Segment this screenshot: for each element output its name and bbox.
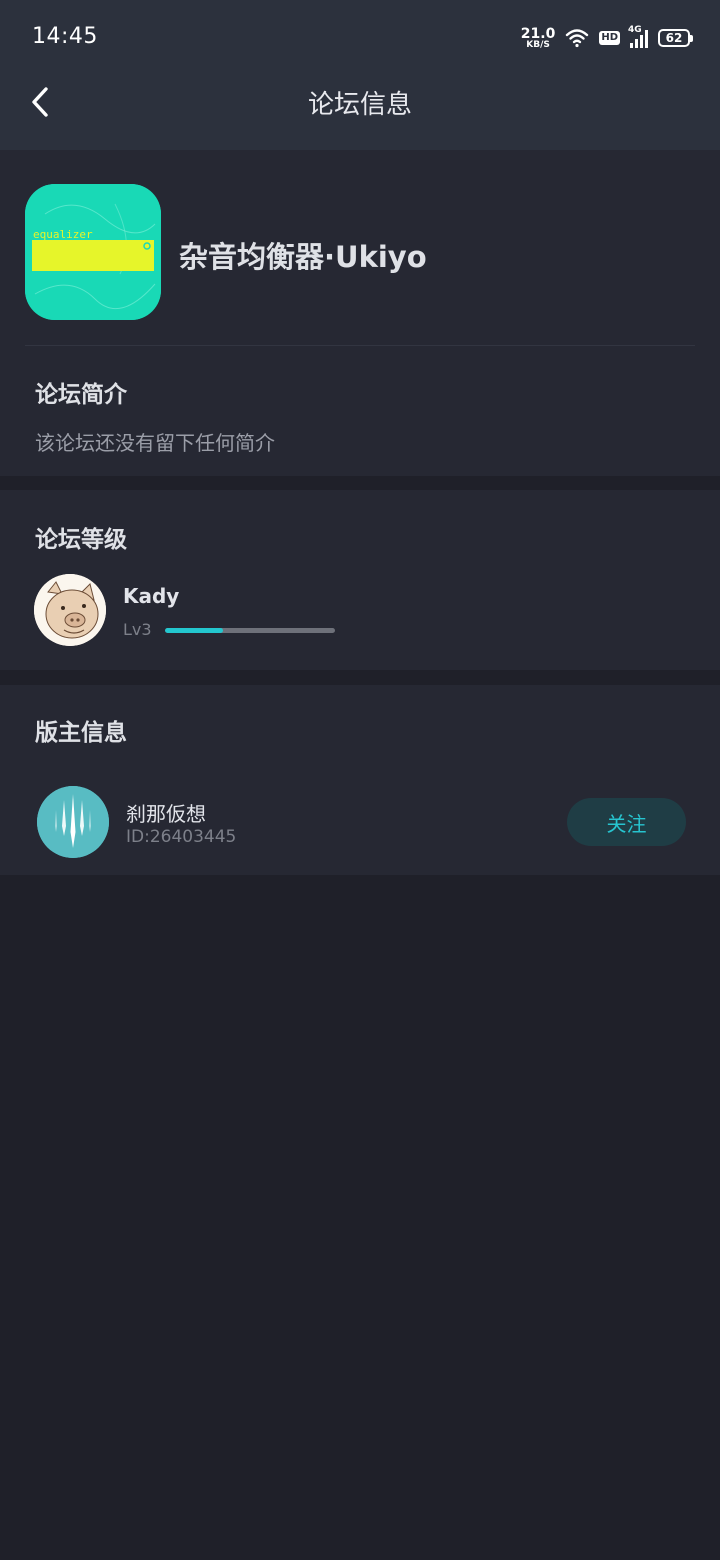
pig-avatar-image [34,574,106,646]
status-time: 14:45 [32,24,98,49]
forum-level-card: 论坛等级 Kady Lv3 [0,490,720,670]
divider [25,345,695,346]
intro-text: 该论坛还没有留下任何简介 [35,431,275,455]
page-title: 论坛信息 [307,90,412,120]
battery-level: 62 [665,31,683,45]
network-speed-unit: KB/S [526,39,550,50]
forum-artwork: equalizer [25,184,161,320]
cellular-signal-icon: 4G [628,25,648,48]
moderator-avatar[interactable] [37,786,109,858]
app-header: 14:45 21.0 KB/S HD 4G 62 论坛信息 [0,0,720,150]
network-speed-value: 21.0 [520,25,556,42]
moderator-avatar-image [37,786,109,858]
forum-icon-label: equalizer [33,228,93,241]
level-section-title: 论坛等级 [35,527,127,553]
moderator-card: 版主信息 刹那仮想 ID:26403445 关注 [0,685,720,875]
network-type-label: 4G [628,25,642,35]
level-label: Lv3 [123,620,152,639]
forum-summary-card: equalizer 杂音均衡器·Ukiyo 论坛简介 该论坛还没有留下任何简介 [0,150,720,476]
forum-icon: equalizer [25,184,161,320]
level-progress-bar [165,628,335,633]
network-speed: 21.0 KB/S [521,27,556,50]
moderator-section-title: 版主信息 [35,720,127,746]
hd-icon: HD [599,31,620,45]
level-progress-fill [165,628,223,633]
intro-section-title: 论坛简介 [35,382,127,408]
battery-icon: 62 [658,29,693,47]
user-avatar[interactable] [34,574,106,646]
forum-name: 杂音均衡器·Ukiyo [179,240,427,274]
wifi-icon [566,29,589,48]
follow-button[interactable]: 关注 [567,798,686,846]
moderator-id: ID:26403445 [126,827,237,847]
moderator-name[interactable]: 刹那仮想 [126,798,206,827]
status-icons: 21.0 KB/S HD 4G 62 [521,24,693,52]
user-name: Kady [123,584,180,608]
